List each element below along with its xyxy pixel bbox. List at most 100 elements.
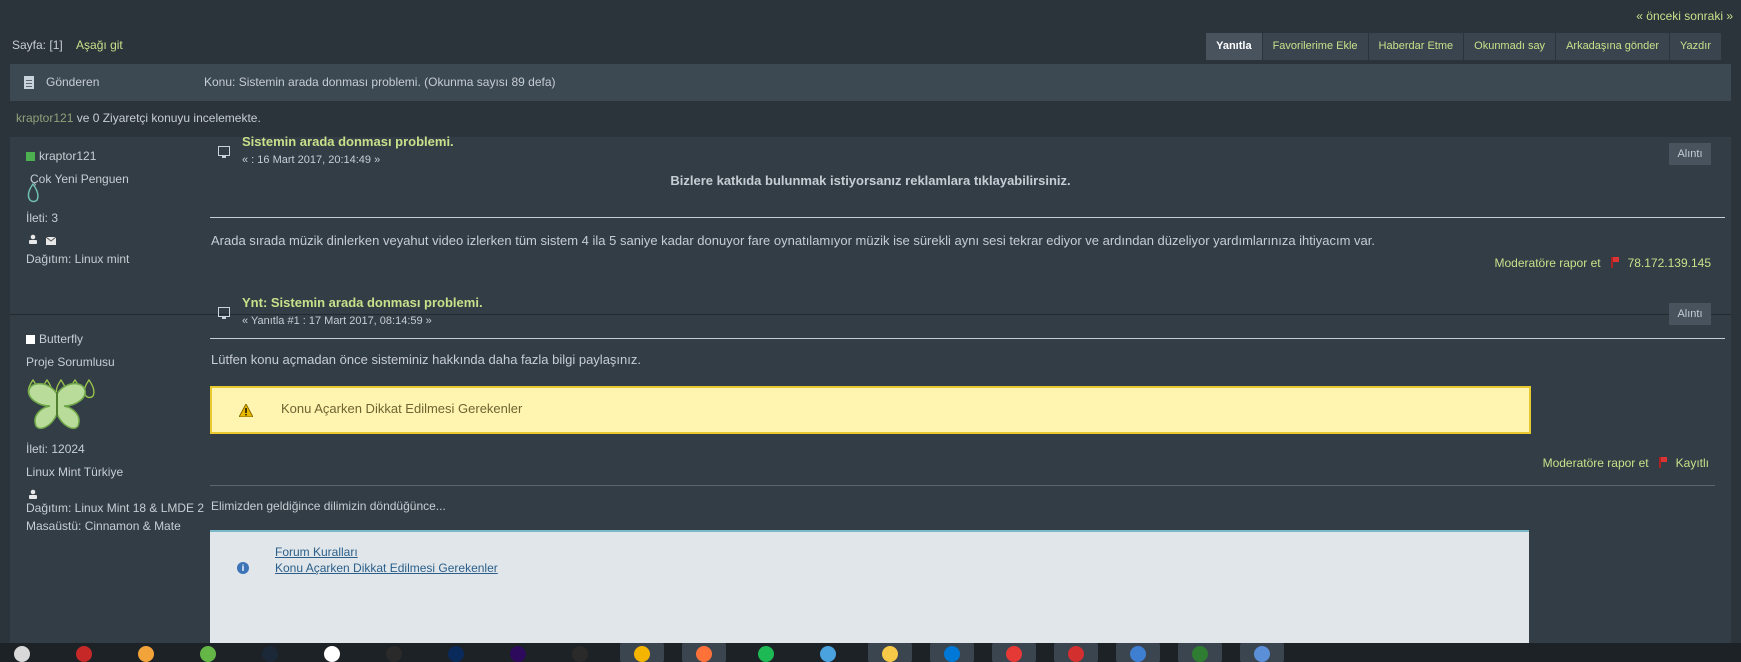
taskbar-store-icon[interactable]	[930, 643, 974, 662]
viewers-text: ve 0 Ziyaretçi konuyu incelemekte.	[73, 111, 261, 125]
poster-rank: Proje Sorumlusu	[26, 355, 115, 369]
taskbar-opera-icon[interactable]	[1054, 643, 1098, 662]
topic-viewers: kraptor121 ve 0 Ziyaretçi konuyu incelem…	[16, 111, 261, 125]
topic-toolbar: Yanıtla Favorilerime Ekle Haberdar Etme …	[1205, 33, 1721, 60]
add-favorites-button[interactable]: Favorilerime Ekle	[1261, 33, 1368, 60]
firefox-icon	[696, 646, 712, 662]
taskbar-spotify-icon[interactable]	[744, 643, 788, 662]
page-label: Sayfa: [1]	[12, 38, 63, 52]
aftereffects-icon	[510, 646, 526, 662]
post-divider	[210, 217, 1725, 218]
ad-notice: Bizlere katkıda bulunmak istiyorsanız re…	[670, 173, 1071, 188]
warning-icon	[239, 404, 253, 417]
warning-box: Konu Açarken Dikkat Edilmesi Gerekenler	[210, 386, 1531, 434]
photoshop-icon	[448, 646, 464, 662]
signature-divider	[210, 485, 1715, 486]
poster-username[interactable]: Butterfly	[39, 332, 83, 346]
post-icon	[218, 146, 230, 158]
flag-icon	[1610, 257, 1623, 268]
info-icon: i	[237, 562, 249, 574]
butterfly-avatar[interactable]	[26, 382, 88, 432]
taskbar-aftereffects-icon[interactable]	[496, 643, 540, 662]
lightroom-icon	[386, 646, 402, 662]
taskbar-vpn-icon[interactable]	[1178, 643, 1222, 662]
taskbar-os-icon[interactable]	[0, 643, 44, 662]
taskbar-media-icon[interactable]	[124, 643, 168, 662]
profile-icon[interactable]	[28, 488, 38, 499]
notify-button[interactable]: Haberdar Etme	[1367, 33, 1464, 60]
taskbar-qbittorrent-icon[interactable]	[806, 643, 850, 662]
taskbar-steam-icon[interactable]	[248, 643, 292, 662]
post-footer: Moderatöre rapor et Kayıtlı	[1543, 456, 1709, 470]
taskbar-video-icon[interactable]	[558, 643, 602, 662]
poster-desktop: Masaüstü: Cinnamon & Mate	[26, 519, 181, 533]
settings-icon	[1254, 646, 1270, 662]
poster-post-count: İleti: 3	[26, 211, 59, 225]
media-icon	[138, 646, 154, 662]
help-icon	[1130, 646, 1146, 662]
post-body: Arada sırada müzik dinlerken veyahut vid…	[211, 233, 1376, 248]
qbittorrent-icon	[820, 646, 836, 662]
torrent-icon	[200, 646, 216, 662]
game-icon	[1006, 646, 1022, 662]
post-icon	[218, 307, 230, 319]
video-icon	[572, 646, 588, 662]
prev-next-link[interactable]: « önceki sonraki »	[1636, 9, 1733, 23]
taskbar-explorer-icon[interactable]	[868, 643, 912, 662]
profile-icon[interactable]	[28, 233, 38, 244]
explorer-icon	[882, 646, 898, 662]
report-to-moderator-link[interactable]: Moderatöre rapor et	[1495, 256, 1601, 270]
poster-ip: 78.172.139.145	[1627, 256, 1711, 270]
mark-unread-button[interactable]: Okunmadı say	[1463, 33, 1556, 60]
viewer-username-link[interactable]: kraptor121	[16, 111, 73, 125]
opera-icon	[1068, 646, 1084, 662]
document-icon	[24, 76, 34, 89]
post-title-link[interactable]: Ynt: Sistemin arada donması problemi.	[242, 295, 483, 310]
quote-button[interactable]: Alıntı	[1669, 303, 1711, 325]
poster-post-count: İleti: 12024	[26, 442, 85, 456]
reply-button[interactable]: Yanıtla	[1205, 33, 1262, 60]
chrome-icon	[634, 646, 650, 662]
store-icon	[944, 646, 960, 662]
poster-rank-row: Çok Yeni Penguen	[30, 160, 129, 186]
post-title-link[interactable]: Sistemin arada donması problemi.	[242, 134, 454, 149]
taskbar-photoshop-icon[interactable]	[434, 643, 478, 662]
topic-header-bar: Gönderen Konu: Sistemin arada donması pr…	[10, 64, 1731, 101]
taskbar-settings-icon[interactable]	[1240, 643, 1284, 662]
taskbar-help-icon[interactable]	[1116, 643, 1160, 662]
poster-distro: Dağıtım: Linux Mint 18 & LMDE 2	[26, 501, 205, 515]
taskbar-torrent-icon[interactable]	[186, 643, 230, 662]
sender-column-label: Gönderen	[46, 75, 100, 89]
poster-distro: Dağıtım: Linux mint	[26, 252, 130, 266]
report-to-moderator-link[interactable]: Moderatöre rapor et	[1543, 456, 1649, 470]
os-icon	[14, 646, 30, 662]
quote-button[interactable]: Alıntı	[1669, 143, 1711, 165]
taskbar-app-icon[interactable]	[62, 643, 106, 662]
post-2: Butterfly Proje Sorumlusu İleti: 12024 L…	[10, 295, 1731, 645]
taskbar-chrome-icon[interactable]	[620, 643, 664, 662]
forum-rules-link[interactable]: Forum Kuralları	[275, 545, 358, 559]
post-date: « : 16 Mart 2017, 20:14:49 »	[242, 154, 381, 166]
taskbar-lightroom-icon[interactable]	[372, 643, 416, 662]
page-indicator: Sayfa: [1] Aşağı git	[12, 38, 123, 52]
posting-guidelines-link[interactable]: Konu Açarken Dikkat Edilmesi Gerekenler	[275, 561, 498, 575]
email-icon[interactable]	[45, 234, 57, 245]
post-1: kraptor121 Çok Yeni Penguen İleti: 3 Dağ…	[10, 134, 1731, 315]
warning-link[interactable]: Konu Açarken Dikkat Edilmesi Gerekenler	[281, 401, 522, 416]
print-button[interactable]: Yazdır	[1669, 33, 1721, 60]
send-to-friend-button[interactable]: Arkadaşına gönder	[1555, 33, 1670, 60]
taskbar-firefox-icon[interactable]	[682, 643, 726, 662]
post-date: « Yanıtla #1 : 17 Mart 2017, 08:14:59 »	[242, 315, 432, 327]
vpn-icon	[1192, 646, 1208, 662]
flag-icon	[1658, 457, 1671, 468]
taskbar-uplay-icon[interactable]	[310, 643, 354, 662]
taskbar-game-icon[interactable]	[992, 643, 1036, 662]
goto-bottom-link[interactable]: Aşağı git	[76, 38, 123, 52]
info-box: i Forum Kuralları Konu Açarken Dikkat Ed…	[210, 530, 1529, 645]
poster-name[interactable]: Butterfly	[26, 332, 83, 346]
steam-icon	[262, 646, 278, 662]
post-body: Lütfen konu açmadan önce sisteminiz hakk…	[211, 352, 641, 367]
signature-text: Elimizden geldiğince dilimizin döndüğünc…	[211, 499, 446, 513]
post-footer: Moderatöre rapor et 78.172.139.145	[1495, 256, 1711, 270]
poster-ip: Kayıtlı	[1675, 456, 1709, 470]
